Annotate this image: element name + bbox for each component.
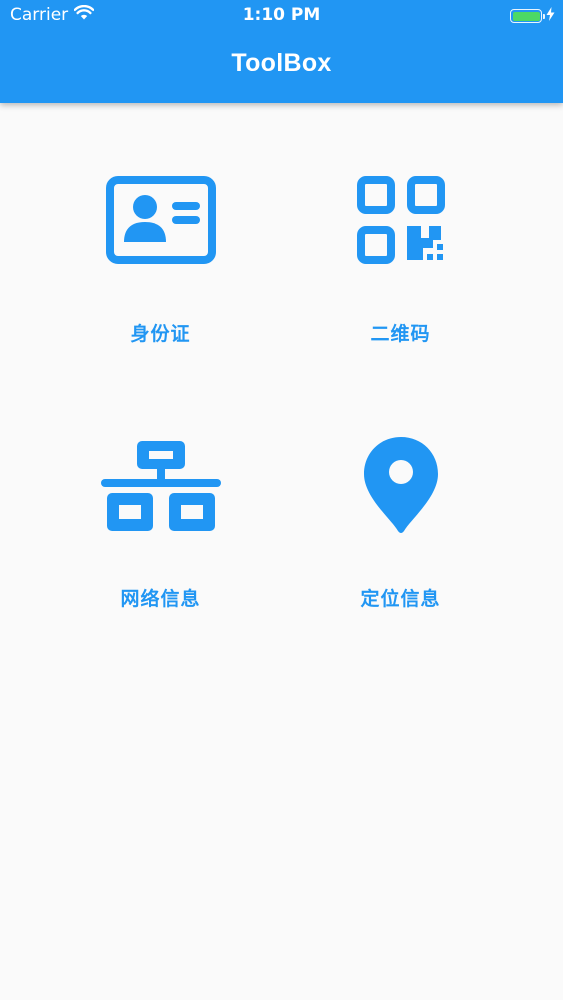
charging-bolt-icon [546,6,555,26]
tool-tile-qr-code[interactable]: 二维码 [260,103,541,368]
status-time: 1:10 PM [242,5,321,25]
tool-tile-id-card[interactable]: 身份证 [20,103,301,368]
battery-icon [510,9,545,23]
tool-label-location: 定位信息 [360,588,441,610]
qr-code-icon [260,165,541,275]
network-icon [20,430,301,540]
tool-label-qr-code: 二维码 [370,323,431,345]
tool-label-id-card: 身份证 [130,323,191,345]
battery-indicator [510,6,555,26]
tool-tile-location[interactable]: 定位信息 [260,368,541,633]
tool-tile-network[interactable]: 网络信息 [20,368,301,633]
app-title: ToolBox [231,49,332,77]
id-card-icon [20,165,301,275]
status-bar: Carrier 1:10 PM [0,0,563,30]
tool-label-network: 网络信息 [120,588,201,610]
location-pin-icon [260,430,541,540]
app-bar: Carrier 1:10 PM ToolBox [0,0,563,103]
